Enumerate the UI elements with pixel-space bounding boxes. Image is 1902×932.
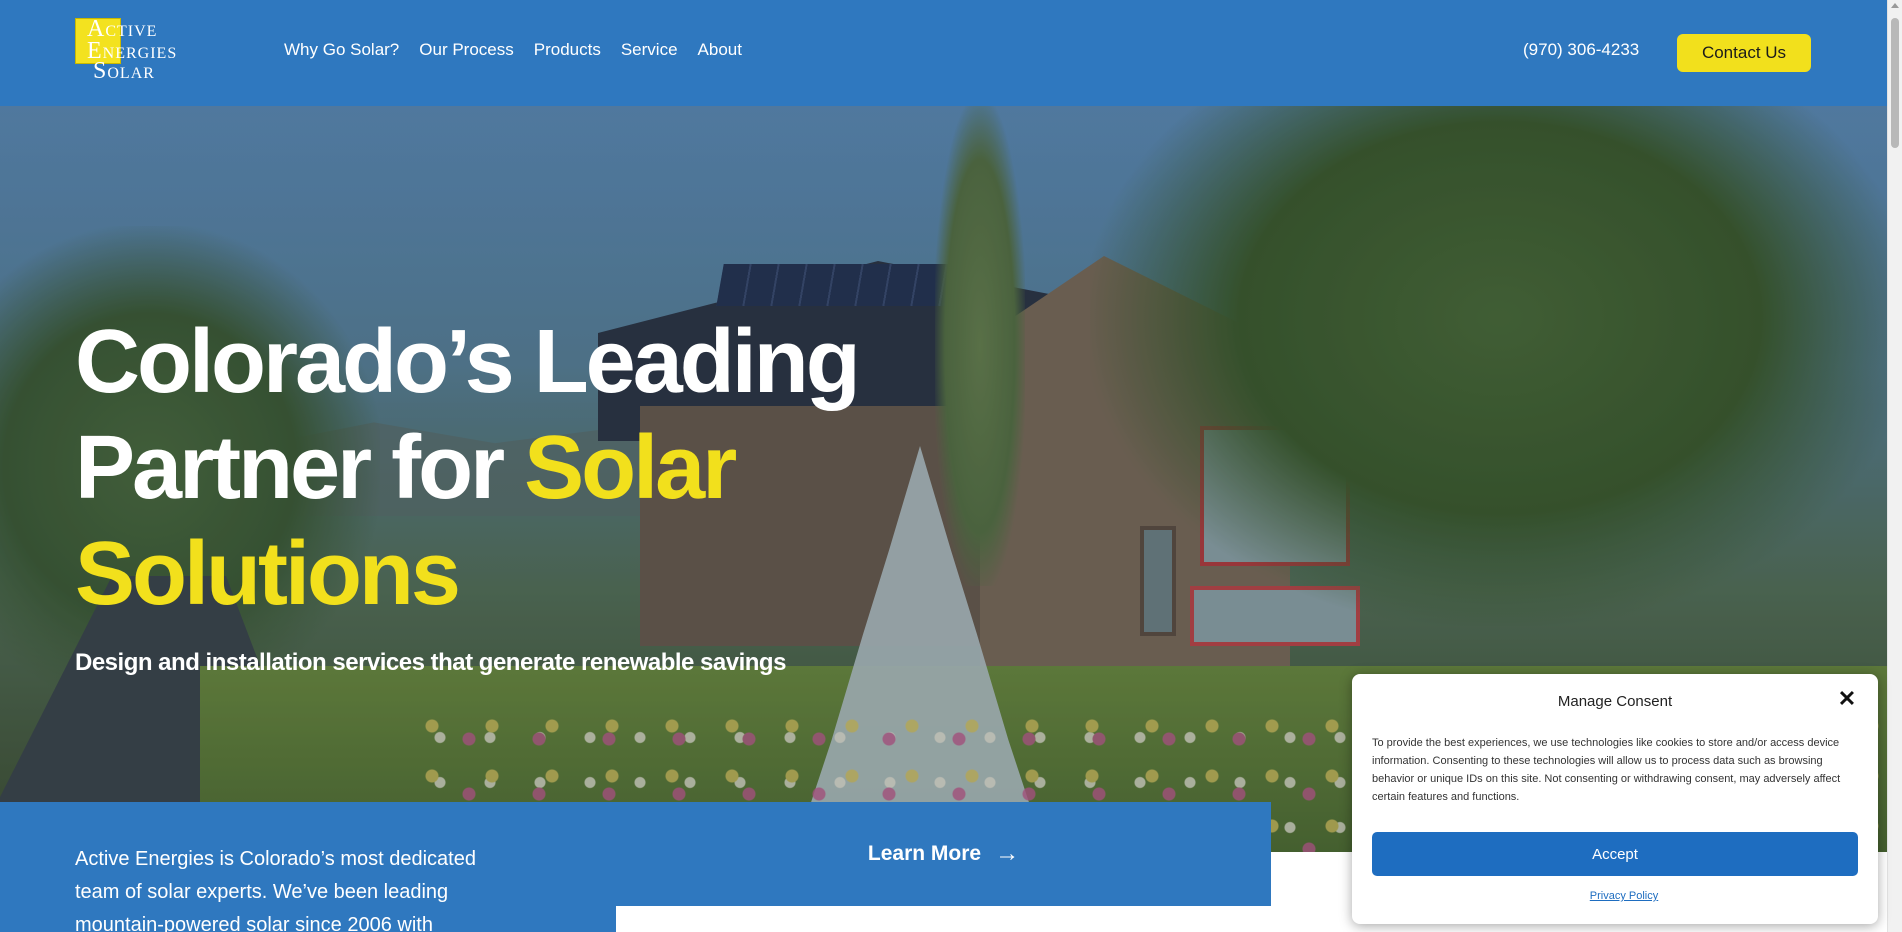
learn-more-button[interactable]: Learn More →	[616, 802, 1271, 906]
scroll-up-icon[interactable]	[1891, 3, 1899, 8]
logo-line-3: SOLAR	[93, 58, 155, 84]
nav-item-products[interactable]: Products	[534, 40, 601, 60]
scrollbar-thumb[interactable]	[1891, 18, 1899, 148]
accept-button[interactable]: Accept	[1372, 832, 1858, 876]
consent-body: To provide the best experiences, we use …	[1372, 737, 1841, 803]
page-scrollbar[interactable]	[1887, 0, 1902, 932]
consent-modal: Manage Consent ✕ To provide the best exp…	[1352, 674, 1878, 924]
learn-more-label: Learn More	[867, 842, 982, 865]
close-icon[interactable]: ✕	[1836, 686, 1858, 711]
nav-item-why-go-solar[interactable]: Why Go Solar?	[284, 40, 399, 60]
privacy-policy-link[interactable]: Privacy Policy	[1352, 890, 1896, 902]
hero-subheadline: Design and installation services that ge…	[75, 649, 786, 676]
nav-item-service[interactable]: Service	[621, 40, 678, 60]
site-header: ACTIVE ENERGIES SOLAR Why Go Solar? Our …	[0, 0, 1887, 106]
arrow-right-icon: →	[995, 840, 1020, 867]
phone-link[interactable]: (970) 306-4233	[1523, 40, 1639, 60]
nav-item-our-process[interactable]: Our Process	[419, 40, 513, 60]
main-nav: Why Go Solar? Our Process Products Servi…	[284, 40, 742, 60]
hero-headline: Colorado’s Leading Partner for Solar Sol…	[75, 312, 861, 624]
site-logo[interactable]: ACTIVE ENERGIES SOLAR	[75, 17, 217, 84]
contact-us-button[interactable]: Contact Us	[1677, 34, 1811, 72]
intro-text: Active Energies is Colorado’s most dedic…	[75, 848, 476, 932]
nav-item-about[interactable]: About	[698, 40, 742, 60]
consent-title: Manage Consent	[1557, 693, 1673, 710]
